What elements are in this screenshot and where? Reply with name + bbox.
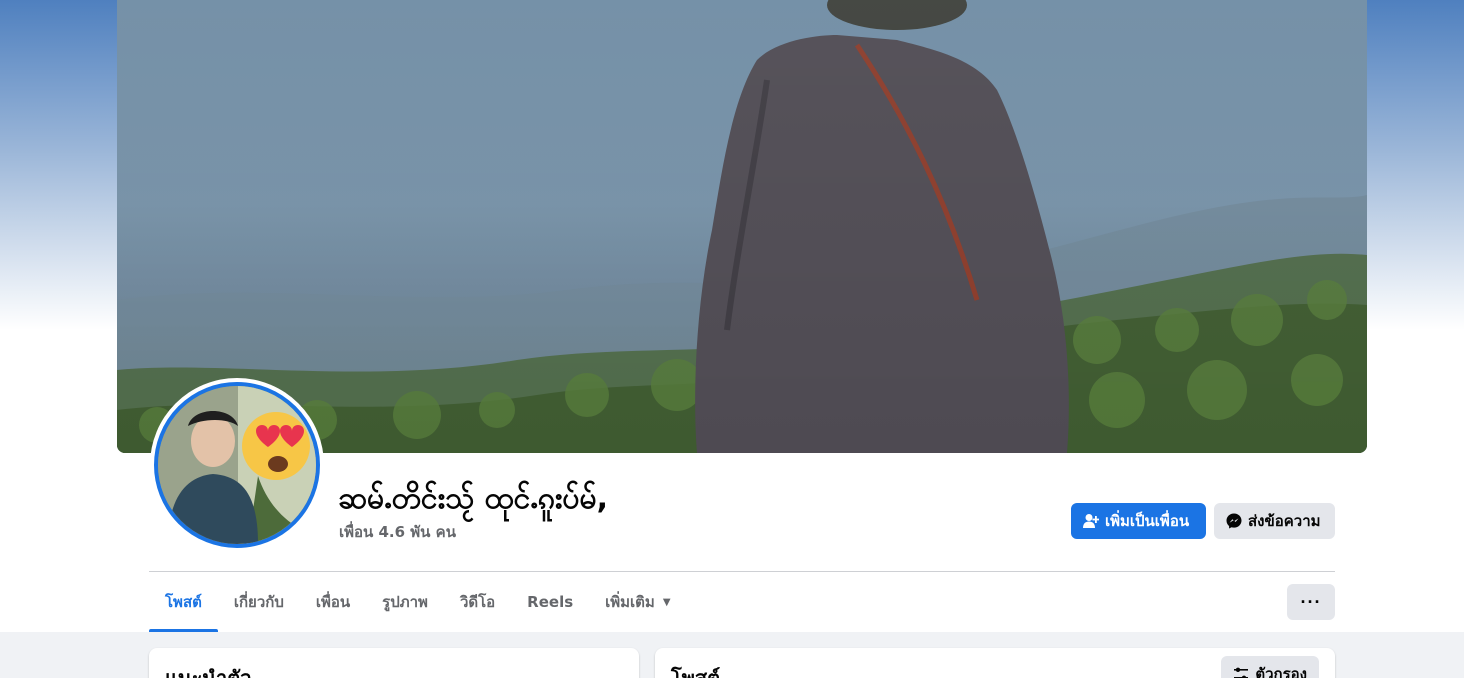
profile-tabs: โพสต์ เกี่ยวกับ เพื่อน รูปภาพ วิดีโอ Ree… — [149, 572, 687, 632]
more-options-button[interactable]: ··· — [1287, 584, 1335, 620]
filter-label: ตัวกรอง — [1255, 665, 1307, 678]
tab-more[interactable]: เพิ่มเติม ▼ — [589, 572, 686, 632]
add-person-icon — [1083, 514, 1099, 528]
tab-label: วิดีโอ — [459, 593, 496, 611]
tab-friends[interactable]: เพื่อน — [300, 572, 366, 632]
tab-posts[interactable]: โพสต์ — [149, 572, 218, 632]
friends-count[interactable]: เพื่อน 4.6 พัน คน — [339, 520, 456, 544]
intro-card: แนะนำตัว — [149, 648, 639, 678]
tab-label: Reels — [527, 593, 574, 611]
tab-photos[interactable]: รูปภาพ — [366, 572, 444, 632]
intro-card-title: แนะนำตัว — [165, 666, 252, 678]
posts-card-title: โพสต์ — [671, 666, 721, 678]
profile-picture-frame[interactable] — [150, 378, 324, 552]
caret-down-icon: ▼ — [662, 596, 671, 608]
add-friend-label: เพิ่มเป็นเพื่อน — [1105, 512, 1190, 530]
filter-button[interactable]: ตัวกรอง — [1221, 656, 1319, 678]
message-button[interactable]: ส่งข้อความ — [1214, 503, 1335, 539]
tab-about[interactable]: เกี่ยวกับ — [218, 572, 300, 632]
tab-label: โพสต์ — [165, 593, 202, 611]
messenger-icon — [1226, 513, 1242, 529]
add-friend-button[interactable]: เพิ่มเป็นเพื่อน — [1071, 503, 1206, 539]
avatar[interactable] — [154, 382, 320, 548]
filter-sliders-icon — [1234, 667, 1249, 678]
tab-reels[interactable]: Reels — [511, 572, 589, 632]
tab-label: รูปภาพ — [382, 593, 428, 611]
ellipsis-icon: ··· — [1300, 591, 1322, 612]
posts-card: โพสต์ ตัวกรอง — [655, 648, 1335, 678]
message-label: ส่งข้อความ — [1248, 512, 1321, 530]
profile-name: ဆမ်ႉတိင်းသႂ် ထုင်ႉၵူးပ်မ်, — [338, 481, 608, 516]
tab-videos[interactable]: วิดีโอ — [444, 572, 511, 632]
tab-label: เกี่ยวกับ — [233, 593, 284, 611]
tab-label: เพื่อน — [315, 593, 351, 611]
tab-label: เพิ่มเติม — [605, 593, 655, 611]
